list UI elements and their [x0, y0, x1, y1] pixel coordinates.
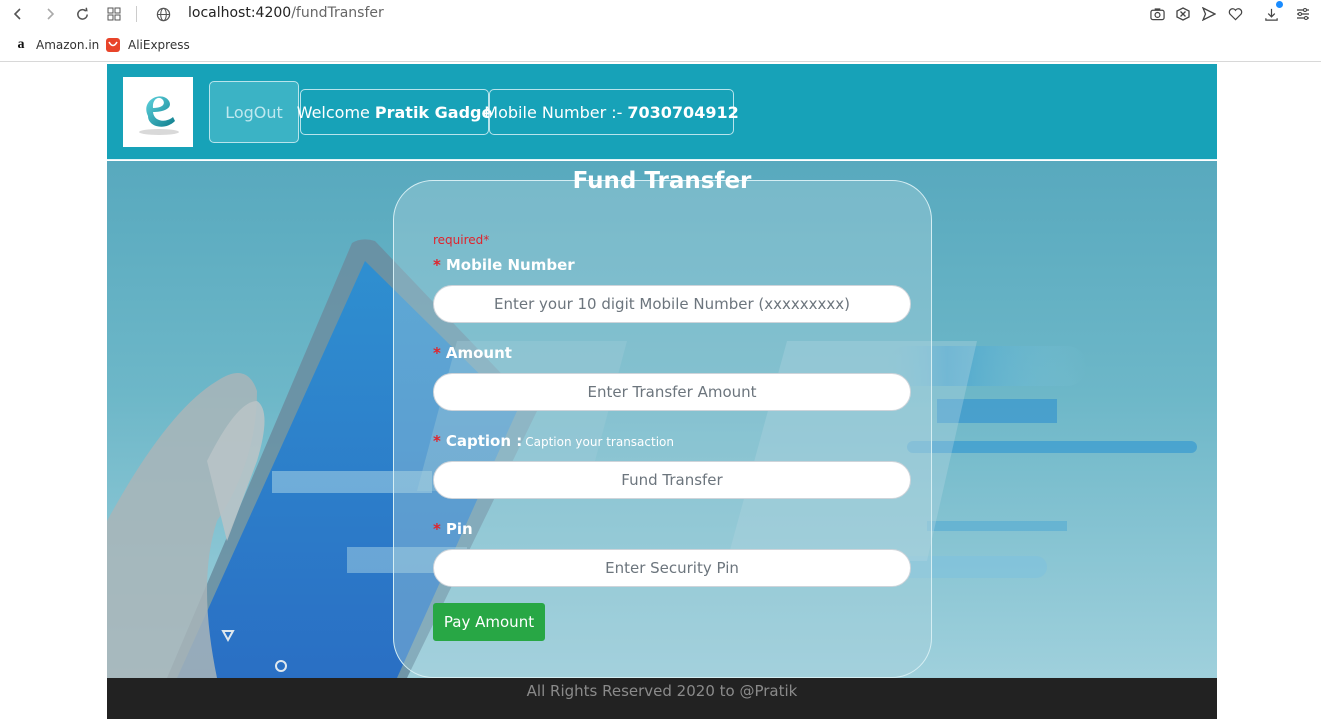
notification-dot — [1276, 1, 1283, 8]
bookmark-label: Amazon.in — [36, 38, 100, 52]
form-title: Fund Transfer — [572, 168, 752, 194]
toolbar-divider — [136, 6, 137, 22]
reload-icon[interactable] — [72, 4, 92, 24]
amount-label: * Amount — [433, 344, 512, 362]
mobile-prefix: Mobile Number :- — [484, 102, 623, 122]
address-bar[interactable]: localhost:4200/fundTransfer — [188, 5, 384, 21]
amount-input[interactable] — [433, 373, 911, 411]
user-name: Pratik Gadge — [374, 102, 493, 122]
pin-input[interactable] — [433, 549, 911, 587]
browser-toolbar: localhost:4200/fundTransfer — [0, 0, 1321, 28]
caption-label: * Caption : Caption your transaction — [433, 432, 674, 450]
bookmark-aliexpress[interactable]: AliExpress — [106, 38, 190, 52]
welcome-prefix: Welcome — [296, 102, 370, 122]
bookmarks-bar: a Amazon.in AliExpress — [0, 30, 1321, 62]
label-text: Caption : — [445, 432, 523, 450]
brand-logo — [123, 77, 193, 147]
aliexpress-icon — [106, 38, 120, 52]
label-text: Amount — [445, 344, 512, 362]
pay-amount-button[interactable]: Pay Amount — [433, 603, 545, 641]
back-icon[interactable] — [8, 4, 28, 24]
footer: All Rights Reserved 2020 to @Pratik — [107, 678, 1217, 719]
mobile-number: 7030704912 — [627, 102, 739, 122]
caption-input[interactable] — [433, 461, 911, 499]
globe-icon — [153, 4, 173, 24]
app-root: LogOut Welcome Pratik Gadge Mobile Numbe… — [107, 64, 1217, 719]
tabs-grid-icon[interactable] — [104, 4, 124, 24]
bookmark-label: AliExpress — [128, 38, 190, 52]
url-host: localhost:4200 — [188, 5, 292, 21]
required-note: required* — [433, 233, 490, 247]
url-path: /fundTransfer — [291, 5, 384, 21]
camera-icon[interactable] — [1147, 4, 1167, 24]
required-star: * — [433, 520, 441, 538]
amazon-icon: a — [17, 37, 25, 52]
required-star: * — [433, 432, 441, 450]
heart-icon[interactable] — [1225, 4, 1245, 24]
download-icon[interactable] — [1261, 1, 1283, 24]
label-text: Pin — [445, 520, 473, 538]
footer-text: All Rights Reserved 2020 to @Pratik — [526, 682, 798, 700]
welcome-badge: Welcome Pratik Gadge — [296, 89, 493, 135]
logo-e-icon — [139, 96, 179, 135]
adblock-icon[interactable] — [1173, 4, 1193, 24]
caption-hint: Caption your transaction — [525, 435, 674, 449]
pin-label: * Pin — [433, 520, 473, 538]
app-header: LogOut Welcome Pratik Gadge Mobile Numbe… — [107, 64, 1217, 160]
bookmark-amazon[interactable]: a Amazon.in — [14, 37, 100, 52]
mobile-number-label: * Mobile Number — [433, 256, 575, 274]
mobile-number-input[interactable] — [433, 285, 911, 323]
forward-icon[interactable] — [40, 4, 60, 24]
send-icon[interactable] — [1199, 4, 1219, 24]
logout-button[interactable]: LogOut — [209, 81, 299, 143]
mobile-badge: Mobile Number :- 7030704912 — [484, 89, 739, 135]
required-star: * — [433, 256, 441, 274]
required-star: * — [433, 344, 441, 362]
settings-sliders-icon[interactable] — [1293, 4, 1313, 24]
label-text: Mobile Number — [445, 256, 575, 274]
